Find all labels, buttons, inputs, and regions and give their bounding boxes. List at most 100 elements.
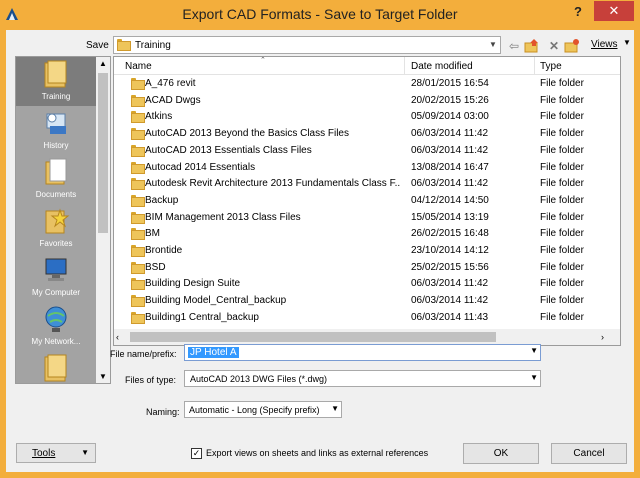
table-row[interactable]: Autodesk Revit Architecture 2013 Fundame…: [114, 175, 620, 192]
scroll-thumb[interactable]: [98, 73, 108, 233]
column-type[interactable]: Type: [540, 61, 562, 72]
back-icon[interactable]: ⇦: [506, 38, 522, 54]
save-in-combo[interactable]: Training ▼: [113, 36, 501, 54]
folder-icon: [117, 39, 131, 51]
place-history[interactable]: History: [16, 106, 96, 155]
date-modified-cell: 06/03/2014 11:42: [411, 278, 489, 290]
table-row[interactable]: Atkins 05/09/2014 03:00 File folder: [114, 108, 620, 125]
file-name-cell: BSD: [145, 261, 166, 273]
chevron-down-icon[interactable]: ▼: [486, 37, 500, 53]
folder-icon: [131, 228, 145, 241]
date-modified-cell: 26/02/2015 16:48: [411, 228, 489, 240]
table-row[interactable]: Building Design Suite 06/03/2014 11:42 Fil…: [114, 275, 620, 292]
type-cell: File folder: [540, 245, 584, 256]
chevron-down-icon[interactable]: ▼: [623, 38, 631, 47]
cancel-button[interactable]: Cancel: [551, 443, 627, 464]
date-modified-cell: 06/03/2014 11:42: [411, 128, 489, 140]
place-documents[interactable]: Documents: [16, 155, 96, 204]
new-folder-icon[interactable]: [564, 38, 580, 54]
place-label: My Network...: [31, 337, 81, 346]
scroll-up-icon[interactable]: ▲: [96, 59, 110, 68]
up-folder-icon[interactable]: [524, 38, 540, 54]
date-modified-cell: 06/03/2014 11:42: [411, 178, 489, 190]
scroll-down-icon[interactable]: ▼: [96, 372, 110, 381]
type-cell: File folder: [540, 261, 584, 273]
places-list: Training History Documents Favorites My …: [16, 57, 96, 383]
delete-icon[interactable]: ✕: [546, 38, 562, 54]
column-divider[interactable]: [404, 57, 405, 75]
column-name[interactable]: Name: [125, 61, 152, 72]
date-modified-cell: 06/03/2014 11:42: [411, 144, 489, 156]
scroll-right-icon[interactable]: ›: [601, 332, 604, 342]
file-list-header: ⌃ Name Date modified Type: [114, 57, 620, 75]
table-row[interactable]: ACAD Dwgs 20/02/2015 15:26 File folder: [114, 92, 620, 109]
table-row[interactable]: Autocad 2014 Essentials 13/08/2014 16:47 F…: [114, 159, 620, 176]
table-row[interactable]: Backup 04/12/2014 14:50 File folder: [114, 192, 620, 209]
place-training[interactable]: Training: [16, 57, 96, 106]
places-scrollbar[interactable]: ▲ ▼: [96, 57, 110, 383]
save-in-folder: Training: [135, 40, 171, 51]
favorites-icon: [45, 208, 70, 234]
place-label: Documents: [35, 190, 77, 199]
type-cell: File folder: [540, 144, 584, 156]
chevron-down-icon[interactable]: ▼: [530, 346, 538, 355]
views-menu-button[interactable]: Views: [591, 39, 618, 50]
type-cell: File folder: [540, 161, 584, 173]
table-row[interactable]: Building1 Central_backup 06/03/2014 11:43…: [114, 309, 620, 326]
place-folder[interactable]: [16, 351, 96, 383]
naming-select[interactable]: Automatic - Long (Specify prefix) ▼: [184, 401, 342, 418]
table-row[interactable]: AutoCAD 2013 Beyond the Basics Class Fil…: [114, 125, 620, 142]
date-modified-cell: 04/12/2014 14:50: [411, 194, 489, 206]
table-row[interactable]: AutoCAD 2013 Essentials Class Files 06/03…: [114, 142, 620, 159]
place-my-computer[interactable]: My Computer: [16, 253, 96, 302]
date-modified-cell: 06/03/2014 11:42: [411, 295, 489, 307]
table-row[interactable]: BM 26/02/2015 16:48 File folder: [114, 225, 620, 242]
close-button[interactable]: ✕: [594, 1, 634, 21]
file-name-input[interactable]: JP Hotel A ▼: [184, 344, 541, 361]
export-views-checkbox[interactable]: ✓: [191, 448, 202, 459]
table-row[interactable]: BIM Management 2013 Class Files 15/05/201…: [114, 209, 620, 226]
file-name-value[interactable]: JP Hotel A: [188, 347, 239, 358]
file-name-cell: Autocad 2014 Essentials: [145, 161, 256, 173]
folder-icon: [131, 161, 145, 174]
table-row[interactable]: BSD 25/02/2015 15:56 File folder: [114, 259, 620, 276]
window-title: Export CAD Formats - Save to Target Fold…: [182, 6, 458, 22]
tools-button[interactable]: Tools ▼: [16, 443, 96, 463]
date-modified-cell: 05/09/2014 03:00: [411, 111, 489, 123]
table-row[interactable]: Building Model_Central_backup 06/03/2014 …: [114, 292, 620, 309]
chevron-down-icon[interactable]: ▼: [530, 373, 538, 382]
file-name-cell: Building1 Central_backup: [145, 311, 259, 323]
help-button[interactable]: ?: [566, 4, 590, 22]
scroll-left-icon[interactable]: ‹: [116, 332, 119, 342]
place-favorites[interactable]: Favorites: [16, 204, 96, 253]
column-divider[interactable]: [534, 57, 535, 75]
network-icon: [45, 306, 67, 332]
type-cell: File folder: [540, 78, 584, 89]
file-name-cell: Brontide: [145, 245, 183, 256]
column-date-modified[interactable]: Date modified: [411, 61, 473, 72]
folder-icon: [44, 60, 67, 88]
table-row[interactable]: A_476 revit 28/01/2015 16:54 File folder: [114, 75, 620, 92]
ok-button[interactable]: OK: [463, 443, 539, 464]
folder-icon: [131, 144, 145, 157]
scroll-thumb[interactable]: [130, 332, 496, 342]
file-type-select[interactable]: AutoCAD 2013 DWG Files (*.dwg) ▼: [184, 370, 541, 387]
table-row[interactable]: Brontide 23/10/2014 14:12 File folder: [114, 242, 620, 259]
export-views-label[interactable]: Export views on sheets and links as exte…: [206, 448, 428, 458]
folder-icon: [131, 94, 145, 107]
file-name-cell: AutoCAD 2013 Essentials Class Files: [145, 144, 312, 156]
chevron-down-icon[interactable]: ▼: [331, 404, 339, 413]
file-name-cell: Building Model_Central_backup: [145, 295, 287, 307]
folder-icon: [131, 245, 145, 257]
type-cell: File folder: [540, 111, 584, 123]
place-label: Favorites: [39, 239, 73, 248]
date-modified-cell: 13/08/2014 16:47: [411, 161, 489, 173]
history-icon: [46, 113, 66, 134]
horizontal-scrollbar[interactable]: ‹ ›: [114, 329, 606, 345]
date-modified-cell: 15/05/2014 13:19: [411, 211, 489, 223]
file-name-cell: Atkins: [145, 111, 173, 123]
place-my-network[interactable]: My Network...: [16, 302, 96, 351]
type-cell: File folder: [540, 211, 584, 223]
folder-icon: [44, 354, 67, 382]
type-cell: File folder: [540, 94, 584, 106]
